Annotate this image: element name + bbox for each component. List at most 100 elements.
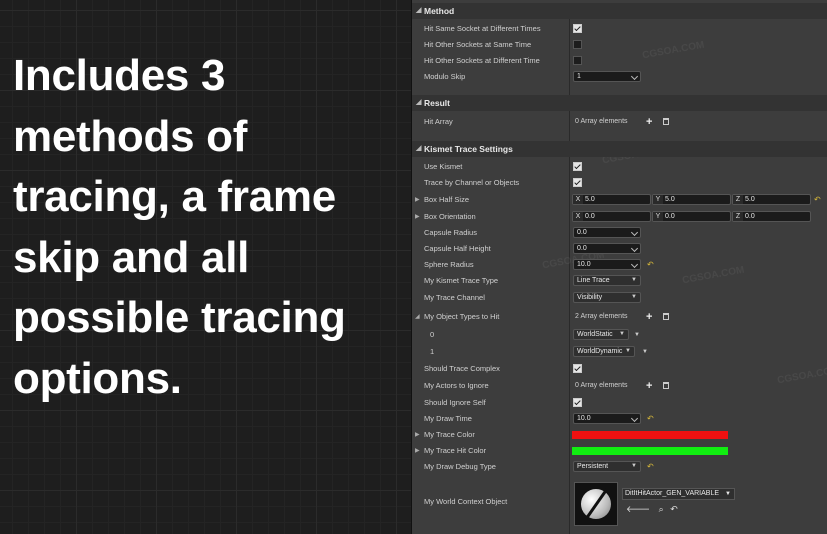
box-half-size-y-input[interactable]: Y 5.0 (652, 194, 731, 205)
prop-label: Hit Array (424, 117, 453, 126)
prop-draw-debug-type: My Draw Debug Type Persistent ▼ ↶ (412, 459, 827, 475)
prop-label: My Object Types to Hit (424, 312, 500, 321)
prop-label: Use Kismet (424, 162, 463, 171)
box-orientation-z-input[interactable]: Z 0.0 (732, 211, 811, 222)
box-half-size-z-input[interactable]: Z 5.0 (732, 194, 811, 205)
capsule-half-height-input[interactable]: 0.0 (573, 243, 641, 254)
prop-label: My Kismet Trace Type (424, 276, 499, 285)
box-half-size-x-input[interactable]: X 5.0 (572, 194, 651, 205)
vector-value: 5.0 (745, 196, 755, 203)
expand-arrow-icon[interactable]: ▶ (415, 209, 420, 225)
expand-arrow-icon[interactable]: ▶ (415, 427, 420, 443)
hit-other-diff-time-checkbox[interactable] (573, 56, 582, 65)
trace-type-dropdown[interactable]: Line Trace ▼ (573, 275, 641, 286)
reset-arrow-icon[interactable]: ↶ (647, 459, 654, 475)
prop-sphere-radius: Sphere Radius 10.0 ↶ (412, 257, 827, 273)
world-context-dropdown[interactable]: DitItHitActor_GEN_VARIABLE ▼ (622, 488, 735, 500)
prop-label: Hit Other Sockets at Same Time (424, 40, 532, 49)
dropdown-value: Visibility (577, 294, 603, 301)
collapse-triangle-icon[interactable]: ◢ (416, 3, 421, 19)
vector-value: 0.0 (665, 213, 675, 220)
reset-arrow-icon[interactable]: ↶ (647, 411, 654, 427)
plus-icon[interactable]: + (646, 378, 652, 394)
prop-use-kismet: Use Kismet (412, 159, 827, 175)
sphere-radius-input[interactable]: 10.0 (573, 259, 641, 270)
prop-hit-other-diff-time: Hit Other Sockets at Different Time (412, 53, 827, 69)
prop-label: My Trace Channel (424, 293, 485, 302)
dropdown-value: WorldDynamic (577, 348, 623, 355)
prop-label: My World Context Object (424, 497, 508, 506)
capsule-radius-input[interactable]: 0.0 (573, 227, 641, 238)
dropdown-value: DitItHitActor_GEN_VARIABLE (625, 490, 720, 497)
prop-box-half-size: ▶ Box Half Size X 5.0 Y 5.0 Z 5.0 ↶ (412, 192, 827, 208)
prop-label: Box Half Size (424, 195, 470, 204)
category-title: Result (424, 98, 450, 108)
array-count: 0 Array elements (575, 118, 628, 125)
modulo-skip-input[interactable]: 1 (573, 71, 641, 82)
vector-value: 0.0 (745, 213, 755, 220)
trash-icon[interactable] (663, 382, 669, 389)
box-orientation-y-input[interactable]: Y 0.0 (652, 211, 731, 222)
axis-label: Z (733, 195, 743, 204)
collapse-triangle-icon[interactable]: ◢ (416, 141, 421, 157)
trace-color-swatch[interactable] (572, 431, 728, 439)
object-type-element: 0 WorldStatic ▼ ▼ (412, 327, 827, 343)
asset-thumbnail[interactable] (574, 482, 618, 526)
chevron-down-icon[interactable]: ▼ (634, 327, 640, 343)
expand-arrow-icon[interactable]: ◢ (415, 309, 420, 325)
prop-label: Sphere Radius (424, 260, 474, 269)
prop-label: Should Trace Complex (424, 364, 500, 373)
trash-icon[interactable] (663, 118, 669, 125)
chevron-down-icon: ▼ (631, 277, 637, 283)
prop-label: Hit Same Socket at Different Times (424, 24, 541, 33)
prop-world-context: My World Context Object (412, 494, 827, 510)
axis-label: X (573, 212, 583, 221)
array-count: 2 Array elements (575, 313, 628, 320)
prop-capsule-half-height: Capsule Half Height 0.0 (412, 241, 827, 257)
prop-label: Should Ignore Self (424, 398, 486, 407)
reset-arrow-icon[interactable]: ↶ (647, 257, 654, 273)
draw-debug-type-dropdown[interactable]: Persistent ▼ (573, 461, 641, 472)
prop-hit-same-socket: Hit Same Socket at Different Times (412, 21, 827, 37)
trace-by-channel-checkbox[interactable] (573, 178, 582, 187)
arrow-left-icon[interactable]: 🡐 (626, 504, 650, 514)
trace-complex-checkbox[interactable] (573, 364, 582, 373)
reset-arrow-icon[interactable]: ↶ (670, 504, 678, 514)
ignore-self-checkbox[interactable] (573, 398, 582, 407)
use-kismet-checkbox[interactable] (573, 162, 582, 171)
chevron-down-icon: ▼ (631, 294, 637, 300)
reset-arrow-icon[interactable]: ↶ (814, 192, 821, 208)
category-result[interactable]: ◢ Result (412, 95, 827, 111)
box-orientation-x-input[interactable]: X 0.0 (572, 211, 651, 222)
draw-time-input[interactable]: 10.0 (573, 413, 641, 424)
chevron-down-icon: ▼ (631, 463, 637, 469)
plus-icon[interactable]: + (646, 309, 652, 325)
element-index: 0 (430, 330, 435, 339)
hit-other-same-time-checkbox[interactable] (573, 40, 582, 49)
object-type-dropdown[interactable]: WorldStatic ▼ (573, 329, 629, 340)
dropdown-value: Line Trace (577, 277, 610, 284)
expand-arrow-icon[interactable]: ▶ (415, 443, 420, 459)
chevron-down-icon[interactable]: ▼ (642, 344, 648, 360)
hit-same-socket-checkbox[interactable] (573, 24, 582, 33)
trash-icon[interactable] (663, 313, 669, 320)
prop-label: Modulo Skip (424, 72, 466, 81)
category-method[interactable]: ◢ Method (412, 3, 827, 19)
category-title: Kismet Trace Settings (424, 144, 513, 154)
plus-icon[interactable]: + (646, 114, 652, 130)
object-type-dropdown[interactable]: WorldDynamic ▼ (573, 346, 635, 357)
prop-trace-color: ▶ My Trace Color (412, 427, 827, 443)
chevron-down-icon: ▼ (619, 331, 625, 337)
element-index: 1 (430, 347, 435, 356)
magnifier-icon[interactable]: ⌕ (659, 504, 664, 514)
trace-channel-dropdown[interactable]: Visibility ▼ (573, 292, 641, 303)
prop-box-orientation: ▶ Box Orientation X 0.0 Y 0.0 Z 0.0 (412, 209, 827, 225)
object-type-element: 1 WorldDynamic ▼ ▼ (412, 344, 827, 360)
prop-hit-other-same-time: Hit Other Sockets at Same Time (412, 37, 827, 53)
axis-label: Y (653, 212, 663, 221)
trace-hit-color-swatch[interactable] (572, 447, 728, 455)
collapse-triangle-icon[interactable]: ◢ (416, 95, 421, 111)
chevron-down-icon: ▼ (625, 348, 631, 354)
expand-arrow-icon[interactable]: ▶ (415, 192, 420, 208)
category-kismet-trace-settings[interactable]: ◢ Kismet Trace Settings (412, 141, 827, 157)
